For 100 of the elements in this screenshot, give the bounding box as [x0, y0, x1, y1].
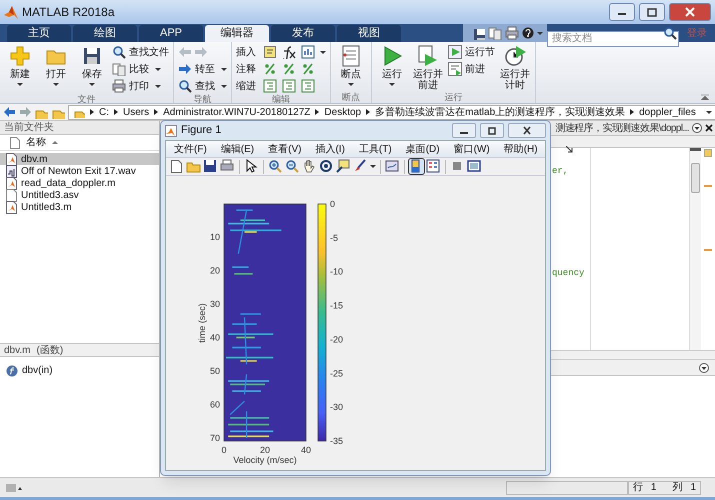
- toolstrip-button[interactable]: 前进: [448, 62, 495, 76]
- legend-icon[interactable]: [426, 159, 441, 174]
- tick-label: -10: [330, 266, 344, 277]
- window-title: Figure 1: [181, 123, 222, 138]
- toolstrip-button[interactable]: 比较: [112, 62, 169, 76]
- toolstrip-button[interactable]: 保存: [76, 45, 108, 86]
- grip-icon[interactable]: [6, 484, 22, 492]
- rotate-icon[interactable]: [319, 159, 334, 174]
- scrollbar[interactable]: [689, 148, 701, 350]
- data-cursor-icon[interactable]: [336, 159, 351, 174]
- code-text: er,: [552, 165, 570, 178]
- path-segment[interactable]: doppler_files: [639, 104, 696, 120]
- toolstrip-button[interactable]: 运行并前进: [412, 45, 444, 91]
- dropdown-icon[interactable]: [699, 362, 709, 372]
- dock-arrow-icon[interactable]: [566, 146, 573, 152]
- scrollbar-thumb[interactable]: [691, 163, 700, 193]
- close-icon[interactable]: [705, 124, 713, 132]
- toolstrip-button[interactable]: 打开: [40, 45, 72, 86]
- tab[interactable]: 编辑器: [205, 25, 269, 42]
- toolstrip-button[interactable]: 查找: [178, 79, 227, 93]
- file-row[interactable]: Off of Newton Exit 17.wav: [0, 165, 159, 177]
- dropdown-icon[interactable]: [692, 123, 702, 133]
- menu-item[interactable]: 桌面(D): [406, 142, 440, 156]
- axis-label: time (sec): [197, 303, 207, 343]
- toolstrip-button[interactable]: 转至: [178, 62, 227, 76]
- maximize-button[interactable]: [480, 123, 504, 138]
- file-row[interactable]: dbv.m: [0, 153, 159, 165]
- hand-icon[interactable]: [302, 159, 317, 174]
- maximize-button[interactable]: [639, 3, 665, 21]
- tick-label: -35: [330, 436, 344, 446]
- tab[interactable]: 视图: [337, 25, 401, 42]
- path-segment[interactable]: Administrator.WIN7U-20180127Z: [163, 104, 310, 120]
- menu-item[interactable]: 窗口(W): [454, 142, 490, 156]
- minimize-button[interactable]: [609, 3, 635, 21]
- toolstrip-button[interactable]: 运行并计时: [499, 45, 531, 91]
- toolstrip-button[interactable]: 新建: [4, 45, 36, 86]
- menu-item[interactable]: 文件(F): [174, 142, 207, 156]
- back-arrow-icon[interactable]: [4, 106, 16, 118]
- colorbar-icon[interactable]: [409, 159, 424, 174]
- file-row[interactable]: Untitled3.asv: [0, 189, 159, 201]
- zoom-out-icon[interactable]: [285, 159, 300, 174]
- chevron-icon: [366, 109, 370, 115]
- play-document-icon: [417, 45, 439, 67]
- code-text: quency: [552, 266, 584, 280]
- menu-item[interactable]: 帮助(H): [504, 142, 538, 156]
- chevron-icon: [90, 109, 94, 115]
- function-icon: [282, 45, 296, 59]
- warning-marker[interactable]: [704, 185, 712, 187]
- file-name: dbv.m: [4, 344, 30, 358]
- caret-icon: [155, 68, 161, 70]
- chevron-icon: [630, 109, 634, 115]
- close-button[interactable]: [508, 123, 546, 138]
- caret-icon: [370, 165, 376, 168]
- tick-label: 50: [210, 366, 220, 376]
- brush-icon[interactable]: [353, 159, 368, 174]
- caret-icon: [221, 84, 227, 88]
- caret-icon: [320, 50, 326, 54]
- toolstrip-button[interactable]: 断点: [335, 45, 367, 86]
- path-segment[interactable]: C:: [99, 104, 109, 120]
- file-row[interactable]: Untitled3.m: [0, 201, 159, 213]
- window-icon[interactable]: [467, 159, 482, 174]
- function-name[interactable]: dbv(in): [22, 363, 53, 378]
- close-button[interactable]: [669, 3, 711, 21]
- toolstrip-button[interactable]: 运行节: [448, 45, 495, 59]
- column-header[interactable]: 名称: [26, 135, 46, 150]
- menu-item[interactable]: 工具(T): [358, 142, 392, 156]
- tab[interactable]: APP: [139, 25, 203, 42]
- search-field[interactable]: 搜索文档: [547, 30, 679, 46]
- play-small-icon: [448, 45, 462, 59]
- magnifier-icon: [178, 79, 192, 93]
- indent-icon: [301, 79, 315, 93]
- audio-file-icon: [6, 164, 17, 178]
- advance-icon: [448, 62, 462, 76]
- toolstrip-button[interactable]: 打印: [112, 79, 169, 93]
- path-segment[interactable]: 多普勒连续波雷达在matlab上的测速程序，实现测速效果: [375, 104, 626, 120]
- percent-icon: [282, 62, 296, 76]
- menu-item[interactable]: 插入(I): [315, 142, 345, 156]
- zoom-in-icon[interactable]: [268, 159, 283, 174]
- linked-plot-icon[interactable]: [385, 159, 400, 174]
- group-label: 断点: [341, 91, 361, 103]
- warning-marker[interactable]: [704, 249, 712, 251]
- row-label: 注释: [236, 62, 257, 76]
- menu-item[interactable]: 查看(V): [268, 142, 302, 156]
- printer-icon: [505, 26, 519, 40]
- collapse-icon[interactable]: [701, 94, 709, 100]
- tab[interactable]: 主页: [7, 25, 71, 42]
- path-segment[interactable]: Users: [123, 104, 150, 120]
- toolstrip-button[interactable]: 查找文件: [112, 45, 169, 59]
- tab[interactable]: 发布: [271, 25, 335, 42]
- menu-item[interactable]: 编辑(E): [220, 142, 254, 156]
- tick-label: 20: [260, 445, 270, 455]
- pointer-icon[interactable]: [244, 159, 259, 174]
- tab[interactable]: 绘图: [73, 25, 137, 42]
- horizontal-scrollbar[interactable]: [551, 350, 715, 360]
- minimize-button[interactable]: [452, 123, 476, 138]
- toolstrip-button[interactable]: 运行: [376, 45, 408, 86]
- caret-icon: [348, 83, 354, 86]
- path-segment[interactable]: Desktop: [324, 104, 362, 120]
- file-row[interactable]: read_data_doppler.m: [0, 177, 159, 189]
- address-field[interactable]: C: Users Administrator.WIN7U-20180127Z Desktop 多普勒连续波雷达在matlab上的测速程序，实现测速效果 doppler_files: [68, 104, 715, 120]
